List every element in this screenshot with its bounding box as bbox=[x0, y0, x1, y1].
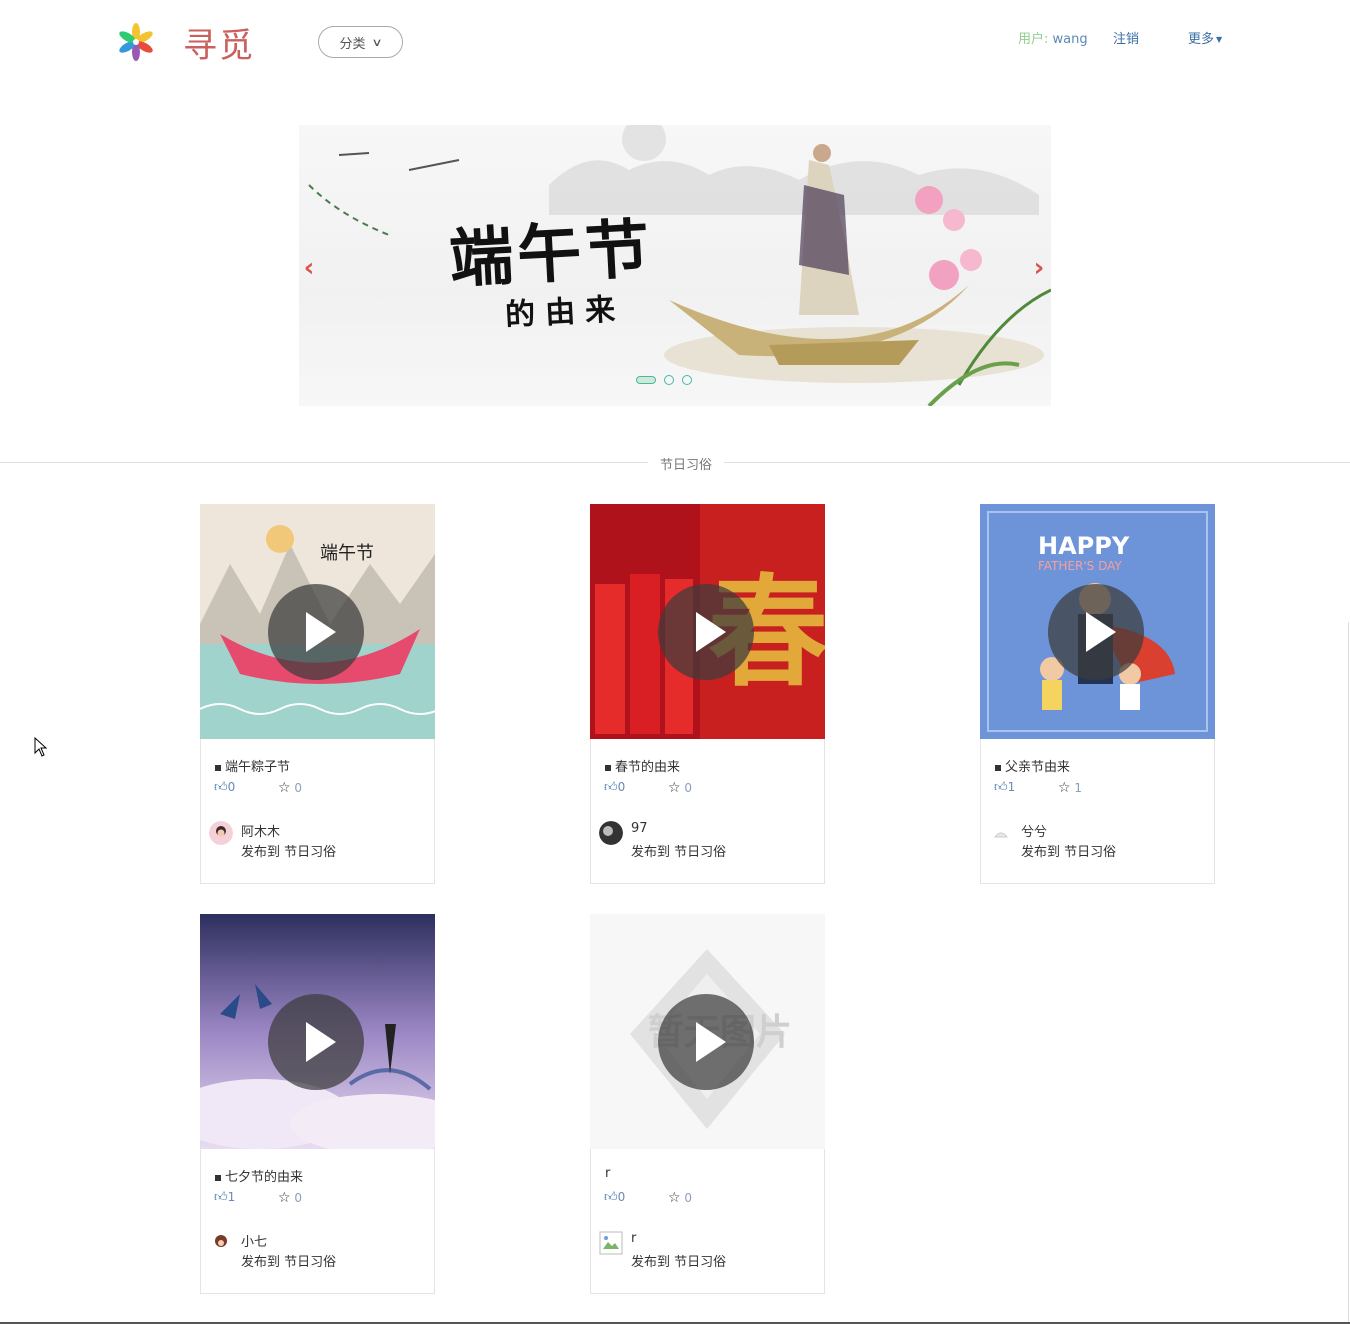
author-name[interactable]: 兮兮 bbox=[1021, 821, 1047, 840]
like-button[interactable]: 👍︎0 bbox=[604, 1190, 625, 1205]
carousel-dot-1[interactable] bbox=[636, 376, 656, 384]
card-title[interactable]: 父亲节由来 bbox=[995, 756, 1070, 775]
card-title[interactable]: 春节的由来 bbox=[605, 756, 680, 775]
chevron-right-icon: › bbox=[1033, 253, 1045, 283]
favorite-button[interactable]: ☆ 0 bbox=[278, 780, 302, 796]
chevron-down-icon: ∨ bbox=[371, 35, 384, 49]
play-icon[interactable] bbox=[1048, 584, 1144, 680]
banner-title-main: 端午节 bbox=[447, 211, 656, 298]
author-name[interactable]: 小七 bbox=[241, 1231, 267, 1250]
card-title[interactable]: 端午粽子节 bbox=[215, 756, 290, 775]
posted-to: 发布到 节日习俗 bbox=[631, 1255, 727, 1270]
thumbs-up-icon: 👍︎ bbox=[214, 780, 228, 795]
section-title: 节日习俗 bbox=[648, 454, 725, 473]
author-name[interactable]: 97 bbox=[631, 821, 648, 836]
favorite-button[interactable]: ☆ 0 bbox=[668, 1190, 692, 1206]
flower-logo-icon[interactable] bbox=[116, 22, 156, 62]
category-link[interactable]: 节日习俗 bbox=[284, 1255, 336, 1270]
favorite-button[interactable]: ☆ 0 bbox=[278, 1190, 302, 1206]
video-thumbnail[interactable]: 端午节 bbox=[200, 504, 435, 739]
favorite-button[interactable]: ☆ 1 bbox=[1058, 780, 1082, 796]
video-thumbnail[interactable]: 暂无图片 bbox=[590, 914, 825, 1149]
posted-to: 发布到 节日习俗 bbox=[241, 1255, 337, 1270]
carousel-indicators bbox=[636, 375, 692, 385]
like-button[interactable]: 👍︎0 bbox=[604, 780, 625, 795]
category-link[interactable]: 节日习俗 bbox=[674, 1255, 726, 1270]
star-icon: ☆ bbox=[278, 1190, 291, 1206]
play-icon[interactable] bbox=[268, 584, 364, 680]
author-avatar[interactable] bbox=[209, 1231, 233, 1255]
posted-to: 发布到 节日习俗 bbox=[631, 845, 727, 860]
card-title[interactable]: r bbox=[605, 1166, 610, 1181]
chevron-left-icon: ‹ bbox=[303, 253, 315, 283]
video-thumbnail[interactable]: HAPPY FATHER'S DAY bbox=[980, 504, 1215, 739]
posted-to: 发布到 节日习俗 bbox=[241, 845, 337, 860]
video-card[interactable]: 暂无图片 r 👍︎0 ☆ 0 r 发布到 节日习俗 bbox=[590, 914, 825, 1294]
favorite-button[interactable]: ☆ 0 bbox=[668, 780, 692, 796]
user-prefix: 用户: bbox=[1018, 32, 1049, 47]
thumbs-up-icon: 👍︎ bbox=[994, 780, 1008, 795]
caret-down-icon: ▼ bbox=[1216, 35, 1223, 44]
thumbs-up-icon: 👍︎ bbox=[604, 1190, 618, 1205]
window-edge bbox=[1348, 622, 1349, 1322]
like-button[interactable]: 👍︎1 bbox=[994, 780, 1015, 795]
user-info: 用户: wang bbox=[1018, 28, 1088, 47]
play-icon[interactable] bbox=[658, 994, 754, 1090]
play-icon[interactable] bbox=[268, 994, 364, 1090]
banner-carousel[interactable]: 端午节 的由来 ‹ › bbox=[299, 125, 1051, 406]
carousel-next-button[interactable]: › bbox=[1029, 255, 1049, 281]
carousel-dot-2[interactable] bbox=[664, 375, 674, 385]
video-card[interactable]: HAPPY FATHER'S DAY 父亲节由来 👍︎1 ☆ 1 兮兮 发布到 … bbox=[980, 504, 1215, 884]
star-icon: ☆ bbox=[1058, 780, 1071, 796]
username[interactable]: wang bbox=[1053, 32, 1088, 47]
banner-title-sub: 的由来 bbox=[504, 291, 627, 334]
category-dropdown-button[interactable]: 分类 ∨ bbox=[318, 26, 403, 58]
carousel-prev-button[interactable]: ‹ bbox=[299, 255, 319, 281]
star-icon: ☆ bbox=[668, 780, 681, 796]
star-icon: ☆ bbox=[668, 1190, 681, 1206]
author-name[interactable]: r bbox=[631, 1231, 636, 1246]
carousel-dot-3[interactable] bbox=[682, 375, 692, 385]
more-dropdown[interactable]: 更多 ▼ bbox=[1188, 28, 1222, 47]
like-button[interactable]: 👍︎0 bbox=[214, 780, 235, 795]
like-button[interactable]: 👍︎1 bbox=[214, 1190, 235, 1205]
category-link[interactable]: 节日习俗 bbox=[1064, 845, 1116, 860]
video-card[interactable]: 端午节 端午粽子节 👍︎0 ☆ 0 阿木木 发布到 节日习俗 bbox=[200, 504, 435, 884]
logout-link[interactable]: 注销 bbox=[1113, 28, 1139, 47]
banner-image bbox=[308, 125, 1051, 406]
more-label: 更多 bbox=[1188, 32, 1215, 47]
author-avatar[interactable] bbox=[599, 821, 623, 845]
site-title[interactable]: 寻觅 bbox=[183, 18, 255, 67]
svg-text:FATHER'S DAY: FATHER'S DAY bbox=[1038, 559, 1122, 573]
star-icon: ☆ bbox=[278, 780, 291, 796]
top-navbar: 寻觅 分类 ∨ 用户: wang 注销 更多 ▼ bbox=[0, 0, 1350, 84]
video-thumbnail[interactable]: 春 bbox=[590, 504, 825, 739]
category-link[interactable]: 节日习俗 bbox=[284, 845, 336, 860]
video-card[interactable]: 七夕节的由来 👍︎1 ☆ 0 小七 发布到 节日习俗 bbox=[200, 914, 435, 1294]
author-name[interactable]: 阿木木 bbox=[241, 821, 280, 840]
thumbs-up-icon: 👍︎ bbox=[604, 780, 618, 795]
posted-to: 发布到 节日习俗 bbox=[1021, 845, 1117, 860]
play-icon[interactable] bbox=[658, 584, 754, 680]
thumbs-up-icon: 👍︎ bbox=[214, 1190, 228, 1205]
card-title[interactable]: 七夕节的由来 bbox=[215, 1166, 303, 1185]
broken-image-avatar-icon[interactable] bbox=[599, 1231, 623, 1255]
mouse-cursor-icon bbox=[34, 737, 48, 757]
video-card[interactable]: 春 春节的由来 👍︎0 ☆ 0 97 发布到 节日习俗 bbox=[590, 504, 825, 884]
author-avatar[interactable] bbox=[989, 821, 1013, 845]
category-link[interactable]: 节日习俗 bbox=[674, 845, 726, 860]
svg-text:HAPPY: HAPPY bbox=[1038, 532, 1130, 560]
category-label: 分类 bbox=[339, 36, 366, 52]
author-avatar[interactable] bbox=[209, 821, 233, 845]
video-thumbnail[interactable] bbox=[200, 914, 435, 1149]
svg-text:端午节: 端午节 bbox=[320, 543, 374, 564]
